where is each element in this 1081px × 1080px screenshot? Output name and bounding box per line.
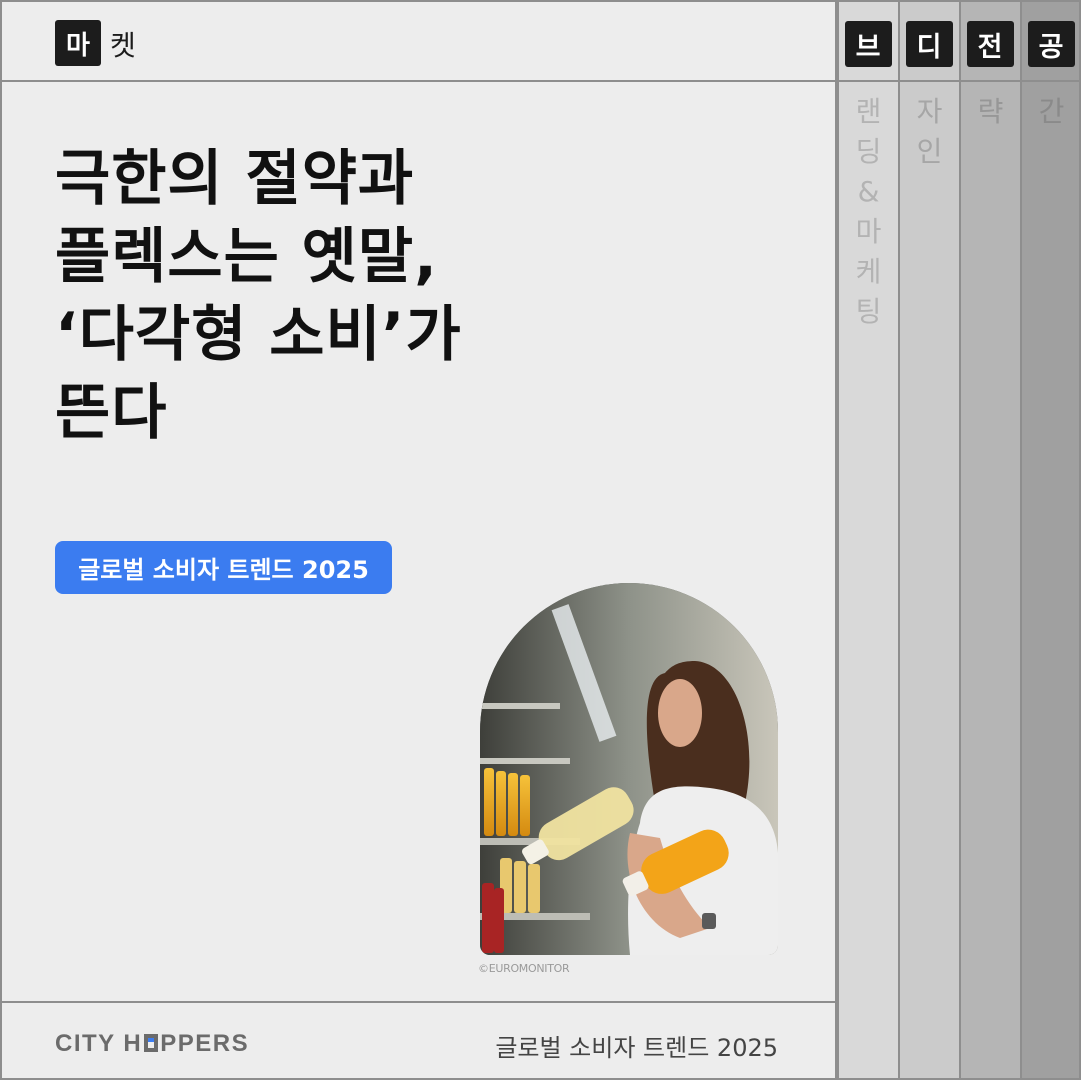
outer-frame xyxy=(0,0,1081,1080)
